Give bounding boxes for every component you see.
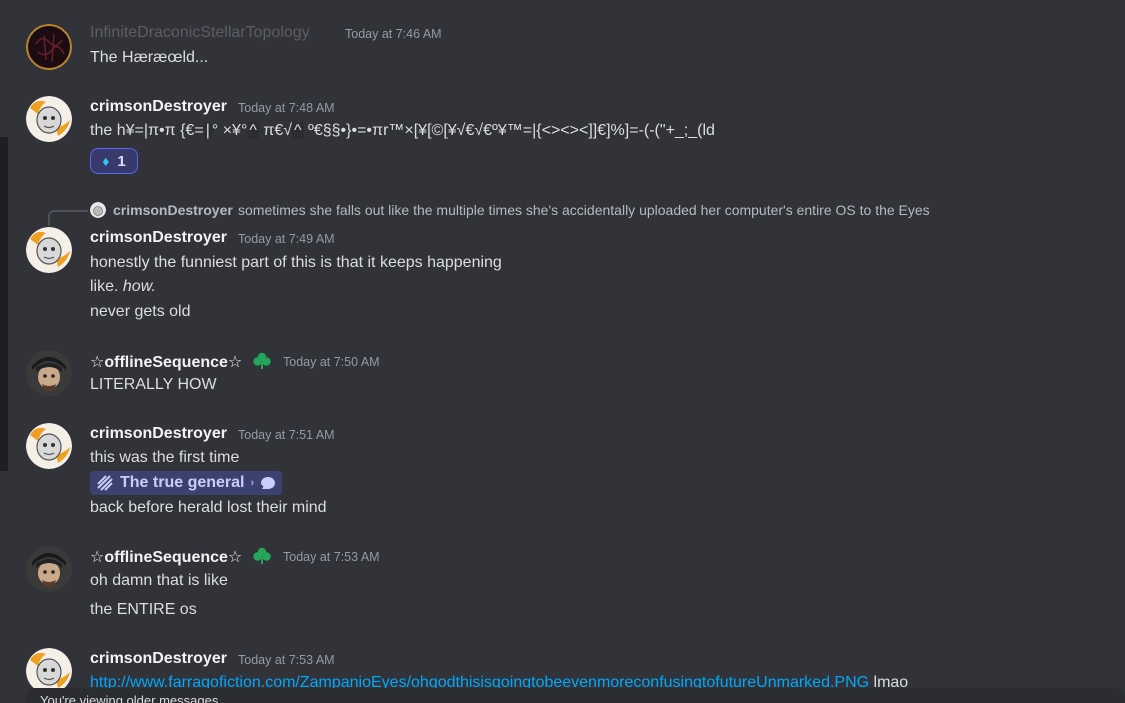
reply-avatar[interactable] [90, 202, 106, 218]
text-run: ° ×¥° [211, 122, 248, 139]
avatar[interactable] [26, 96, 72, 142]
gem-icon: ♦ [102, 153, 110, 169]
message-text: honestly the funniest part of this is th… [90, 254, 502, 271]
username[interactable]: ☆offlineSequence☆ [90, 352, 242, 372]
message-text: never gets old [90, 303, 191, 320]
reply-preview[interactable]: sometimes she falls out like the multipl… [238, 202, 930, 218]
timestamp: Today at 7:53 AM [238, 653, 335, 667]
text-run: π€√ [258, 122, 293, 139]
avatar[interactable] [26, 350, 72, 396]
message-text: the ENTIRE os [90, 601, 197, 618]
inline-code: ^ [247, 122, 259, 139]
reply-spine [48, 210, 88, 226]
italic-text: how. [122, 278, 156, 295]
clover-badge-icon[interactable] [252, 351, 272, 371]
reaction-count: 1 [117, 152, 126, 170]
older-messages-text: You're viewing older messages [40, 693, 219, 703]
timestamp: Today at 7:49 AM [238, 232, 335, 246]
clover-badge-icon[interactable] [252, 546, 272, 566]
message-text: like. how. [90, 278, 156, 296]
timestamp: Today at 7:50 AM [283, 355, 380, 369]
message-text: LITERALLY HOW [90, 376, 217, 393]
username[interactable]: InfiniteDraconicStellarTopology [90, 24, 310, 42]
channel-mention[interactable]: The true general › [90, 471, 283, 495]
avatar[interactable] [26, 24, 72, 70]
timestamp: Today at 7:53 AM [283, 550, 380, 564]
inline-code: ^ [292, 122, 304, 139]
text-run: like. [90, 278, 123, 295]
scroll-edge [0, 137, 8, 471]
timestamp: Today at 7:46 AM [345, 27, 442, 41]
username[interactable]: crimsonDestroyer [90, 229, 227, 247]
message-text: The Hæræœld... [90, 49, 209, 66]
timestamp: Today at 7:51 AM [238, 428, 335, 442]
username[interactable]: crimsonDestroyer [90, 650, 227, 668]
message-text: oh damn that is like [90, 572, 228, 589]
message-text: the h¥=|π•π {€= | ° ×¥° ^ π€√ ^ º€§§•}•=•πr™… [90, 122, 715, 140]
text-run: º€§§•}•=•πr™×[¥[©[¥√€√€º¥™=|{<><><]]€]%]… [303, 122, 715, 139]
avatar[interactable] [26, 227, 72, 273]
reaction-button[interactable]: ♦ 1 [90, 148, 138, 174]
forum-channel-icon [97, 475, 113, 491]
avatar[interactable] [26, 423, 72, 469]
channel-name: The true general [120, 474, 245, 491]
message-text: this was the first time [90, 449, 240, 466]
message-text: back before herald lost their mind [90, 499, 327, 516]
timestamp: Today at 7:48 AM [238, 101, 335, 115]
avatar[interactable] [26, 546, 72, 592]
username[interactable]: crimsonDestroyer [90, 98, 227, 116]
chat-bubble-icon [261, 477, 276, 489]
username[interactable]: ☆offlineSequence☆ [90, 547, 242, 567]
chevron-right-icon: › [250, 477, 255, 489]
inline-code: | [203, 122, 212, 139]
text-run: the h¥=|π•π {€= [90, 122, 204, 139]
reply-username[interactable]: crimsonDestroyer [113, 202, 233, 218]
username[interactable]: crimsonDestroyer [90, 425, 227, 443]
older-messages-banner[interactable]: You're viewing older messages [26, 688, 1125, 703]
